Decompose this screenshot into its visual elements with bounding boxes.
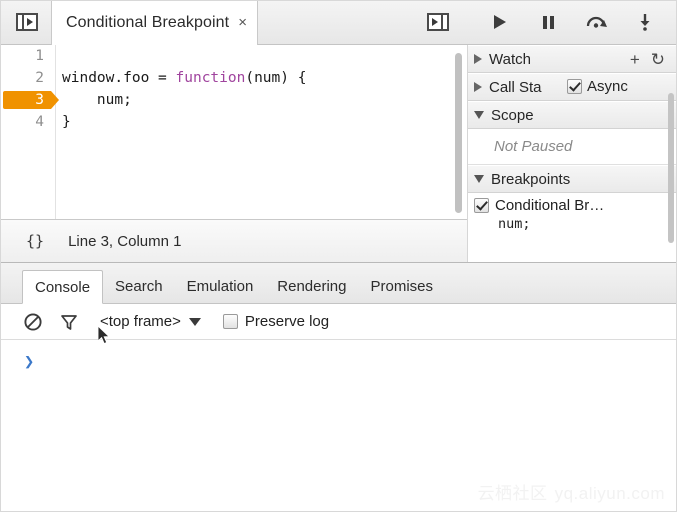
breakpoint-condition: num; bbox=[498, 216, 531, 232]
chevron-down-icon bbox=[188, 317, 201, 326]
tab-emulation[interactable]: Emulation bbox=[175, 269, 266, 303]
cursor-position-label: Line 3, Column 1 bbox=[68, 232, 182, 250]
frame-selector-value: <top frame> bbox=[100, 313, 181, 330]
watermark-cn: 云栖社区 bbox=[477, 484, 548, 503]
tab-label: Console bbox=[35, 278, 91, 296]
editor-tabbar: Conditional Breakpoint × bbox=[0, 0, 467, 45]
line-number: 1 bbox=[35, 48, 44, 64]
code-lines: 1 2 window.foo = function(num) { 3 num; … bbox=[0, 45, 467, 219]
step-over-icon bbox=[587, 16, 608, 28]
keyword-token: function bbox=[175, 70, 246, 86]
code-text: (num) { bbox=[245, 70, 307, 86]
line-content: window.foo = function(num) { bbox=[62, 67, 306, 89]
pause-button[interactable] bbox=[534, 9, 562, 35]
play-icon bbox=[494, 15, 507, 29]
editor-column: Conditional Breakpoint × 1 2 window.foo … bbox=[0, 0, 467, 262]
step-over-button[interactable] bbox=[582, 9, 610, 35]
line-content: num; bbox=[62, 92, 132, 108]
section-title: Watch bbox=[489, 50, 531, 68]
console-prompt-icon[interactable]: ❯ bbox=[24, 352, 34, 372]
watermark: 云栖社区 yq.aliyun.com bbox=[478, 479, 665, 504]
section-call-stack[interactable]: Call Sta Async bbox=[468, 73, 677, 101]
chevron-right-icon bbox=[474, 82, 482, 92]
section-title: Call Sta bbox=[489, 78, 542, 96]
section-title: Breakpoints bbox=[491, 170, 571, 188]
scope-empty-label: Not Paused bbox=[494, 138, 573, 155]
breakpoint-enabled-checkbox[interactable] bbox=[474, 198, 489, 213]
circle-slash-glyph bbox=[24, 312, 42, 331]
pretty-print-icon[interactable]: {} bbox=[26, 232, 44, 250]
step-into-button[interactable] bbox=[631, 9, 659, 35]
drawer-tabbar: Console Search Emulation Rendering Promi… bbox=[0, 263, 677, 304]
async-checkbox[interactable] bbox=[567, 79, 582, 94]
sources-panel: Conditional Breakpoint × 1 2 window.foo … bbox=[0, 0, 677, 262]
filter-icon[interactable] bbox=[56, 309, 82, 335]
resume-button[interactable] bbox=[485, 9, 513, 35]
debugger-sidebar: Watch + ↻ Call Sta Async Scope Not Pause… bbox=[427, 0, 677, 262]
file-tab-conditional-breakpoint[interactable]: Conditional Breakpoint × bbox=[51, 0, 258, 45]
step-into-icon bbox=[640, 14, 650, 31]
sidebar-vertical-scrollbar[interactable] bbox=[668, 93, 674, 243]
line-number: 4 bbox=[35, 114, 44, 130]
code-line-4[interactable]: 4 } bbox=[0, 111, 467, 133]
tab-promises[interactable]: Promises bbox=[359, 269, 446, 303]
frame-selector[interactable]: <top frame> bbox=[100, 313, 201, 330]
show-debugger-icon[interactable] bbox=[424, 11, 452, 33]
preserve-log-toggle[interactable]: Preserve log bbox=[222, 313, 330, 330]
console-toolbar: <top frame> Preserve log bbox=[0, 304, 677, 340]
chevron-right-icon bbox=[474, 54, 482, 64]
line-number: 3 bbox=[35, 92, 44, 108]
debugger-toolbar bbox=[467, 0, 677, 45]
chevron-down-icon bbox=[474, 111, 484, 119]
breakpoint-list-item[interactable]: Conditional Br… num; bbox=[468, 193, 677, 237]
tab-label: Promises bbox=[370, 277, 434, 295]
editor-status-bar: {} Line 3, Column 1 bbox=[0, 219, 467, 262]
watermark-url: yq.aliyun.com bbox=[554, 484, 665, 503]
devtools-window: Conditional Breakpoint × 1 2 window.foo … bbox=[0, 0, 677, 512]
section-scope[interactable]: Scope bbox=[468, 101, 677, 129]
line-content: } bbox=[62, 114, 71, 130]
chevron-down-icon bbox=[474, 175, 484, 183]
debugger-sections: Watch + ↻ Call Sta Async Scope Not Pause… bbox=[467, 45, 677, 262]
drawer-panel: Console Search Emulation Rendering Promi… bbox=[0, 262, 677, 512]
async-label: Async bbox=[587, 78, 628, 95]
tab-label: Search bbox=[115, 277, 163, 295]
tab-label: Emulation bbox=[186, 277, 254, 295]
scope-empty-state: Not Paused bbox=[468, 129, 677, 165]
section-breakpoints[interactable]: Breakpoints bbox=[468, 165, 677, 193]
async-toggle[interactable]: Async bbox=[567, 78, 628, 95]
section-watch[interactable]: Watch + ↻ bbox=[468, 45, 677, 73]
section-title: Scope bbox=[491, 106, 534, 124]
breakpoint-name: Conditional Br… bbox=[495, 197, 605, 214]
tab-console[interactable]: Console bbox=[22, 270, 104, 304]
tab-search[interactable]: Search bbox=[103, 269, 175, 303]
tab-rendering[interactable]: Rendering bbox=[265, 269, 358, 303]
pause-icon bbox=[542, 16, 554, 29]
watch-actions: + ↻ bbox=[630, 51, 677, 68]
clear-console-icon[interactable] bbox=[20, 309, 46, 335]
file-tab-label: Conditional Breakpoint bbox=[66, 13, 230, 31]
code-editor[interactable]: 1 2 window.foo = function(num) { 3 num; … bbox=[0, 45, 467, 219]
code-line-3-breakpoint[interactable]: 3 num; bbox=[0, 89, 467, 111]
code-text: window.foo = bbox=[62, 70, 176, 86]
breakpoint-row[interactable]: Conditional Br… bbox=[474, 197, 677, 214]
preserve-log-label: Preserve log bbox=[244, 313, 330, 330]
code-line-2[interactable]: 2 window.foo = function(num) { bbox=[0, 67, 467, 89]
preserve-log-checkbox[interactable] bbox=[222, 314, 238, 329]
add-watch-icon[interactable]: + bbox=[630, 51, 640, 68]
refresh-watch-icon[interactable]: ↻ bbox=[651, 51, 665, 68]
code-line-1[interactable]: 1 bbox=[0, 45, 467, 67]
navigator-panel-glyph bbox=[16, 13, 38, 31]
tab-label: Rendering bbox=[277, 277, 347, 295]
show-navigator-icon[interactable] bbox=[13, 11, 41, 33]
editor-vertical-scrollbar[interactable] bbox=[455, 53, 462, 213]
funnel-glyph bbox=[61, 314, 77, 330]
line-number: 2 bbox=[35, 70, 44, 86]
debugger-panel-glyph bbox=[427, 13, 449, 31]
close-icon[interactable]: × bbox=[238, 15, 247, 30]
